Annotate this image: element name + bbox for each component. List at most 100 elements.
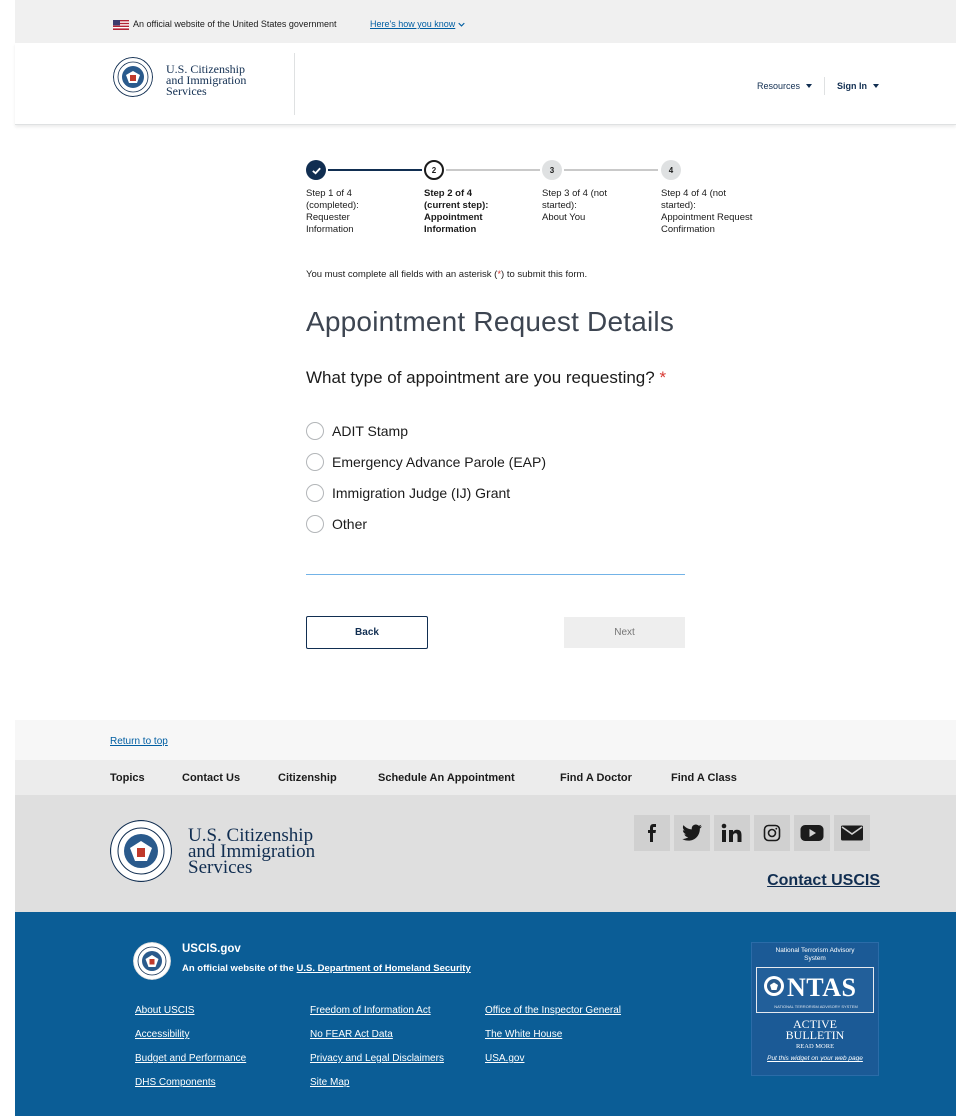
next-button[interactable]: Next xyxy=(564,617,685,648)
linkedin-icon[interactable] xyxy=(714,815,750,851)
radio-label: Immigration Judge (IJ) Grant xyxy=(332,485,511,501)
ntas-header: National Terrorism Advisory System xyxy=(752,947,878,963)
radio-option-other[interactable]: Other xyxy=(306,513,566,535)
footer-link-white-house[interactable]: The White House xyxy=(485,1029,562,1040)
footer-link-dhs-components[interactable]: DHS Components xyxy=(135,1077,216,1088)
required-asterisk: * xyxy=(659,368,667,387)
resources-menu[interactable]: Resources xyxy=(757,81,812,91)
header-agency-name-line3: Services xyxy=(166,84,207,98)
step-1-indicator xyxy=(306,160,326,180)
left-gutter xyxy=(0,0,15,1116)
step-4-line1: Step 4 of 4 (not xyxy=(661,188,726,199)
step-2-line1: Step 2 of 4 xyxy=(424,188,473,199)
step-2-line3: Appointment xyxy=(424,212,483,223)
gov-banner-text: An official website of the United States… xyxy=(133,19,337,29)
form-divider xyxy=(306,574,685,575)
step-4-line4: Confirmation xyxy=(661,224,715,235)
footer-link-privacy[interactable]: Privacy and Legal Disclaimers xyxy=(310,1053,444,1064)
ntas-widget[interactable]: National Terrorism Advisory System NTAS … xyxy=(751,942,879,1076)
step-connector xyxy=(446,169,540,171)
step-1-line2: (completed): xyxy=(306,200,359,211)
footer-link-inspector-general[interactable]: Office of the Inspector General xyxy=(485,1005,621,1016)
instagram-icon[interactable] xyxy=(754,815,790,851)
step-3-label: Step 3 of 4 (not started): About You xyxy=(542,188,654,224)
required-note-text-end: ) to submit this form. xyxy=(501,269,588,280)
ntas-active-bulletin: ACTIVE BULLETIN xyxy=(752,1018,878,1042)
page: An official website of the United States… xyxy=(0,0,956,1116)
radio-option-ij-grant[interactable]: Immigration Judge (IJ) Grant xyxy=(306,482,566,504)
dhs-seal-icon[interactable] xyxy=(110,820,172,882)
youtube-glyph xyxy=(800,825,824,841)
ntas-active-line2: BULLETIN xyxy=(785,1028,845,1042)
radio-button[interactable] xyxy=(306,484,324,502)
dhs-link[interactable]: U.S. Department of Homeland Security xyxy=(297,963,471,974)
schedule-appointment-link[interactable]: Schedule An Appointment xyxy=(378,772,515,784)
twitter-icon[interactable] xyxy=(674,815,710,851)
official-website-statement: An official website of the U.S. Departme… xyxy=(182,963,471,974)
header-agency-name[interactable]: U.S. Citizenship and Immigration Service… xyxy=(166,63,286,98)
citizenship-link[interactable]: Citizenship xyxy=(278,772,337,784)
find-a-doctor-link[interactable]: Find A Doctor xyxy=(560,772,632,784)
find-a-class-link[interactable]: Find A Class xyxy=(671,772,737,784)
return-to-top-link[interactable]: Return to top xyxy=(110,736,168,747)
email-glyph xyxy=(841,825,863,841)
ntas-subtitle: NATIONAL TERRORISM ADVISORY SYSTEM xyxy=(774,1004,858,1009)
footer-link-accessibility[interactable]: Accessibility xyxy=(135,1029,189,1040)
step-2-indicator: 2 xyxy=(424,160,444,180)
ntas-read-more[interactable]: READ MORE xyxy=(752,1043,878,1050)
radio-option-eap[interactable]: Emergency Advance Parole (EAP) xyxy=(306,451,566,473)
ntas-header-line2: System xyxy=(804,955,826,962)
twitter-glyph xyxy=(682,824,702,841)
facebook-icon[interactable] xyxy=(634,815,670,851)
footer-agency-name-line3: Services xyxy=(188,857,253,878)
page-title: Appointment Request Details xyxy=(306,306,675,337)
step-3-line2: started): xyxy=(542,200,577,211)
header-nav: Resources Sign In xyxy=(757,77,879,95)
return-to-top-bar: Return to top xyxy=(15,720,956,760)
step-2-line2: (current step): xyxy=(424,200,489,211)
required-note-text: You must complete all fields with an ast… xyxy=(306,269,498,280)
contact-uscis-link[interactable]: Contact USCIS xyxy=(767,872,880,890)
radio-button[interactable] xyxy=(306,422,324,440)
caret-down-icon xyxy=(806,84,812,88)
email-icon[interactable] xyxy=(834,815,870,851)
step-3-line1: Step 3 of 4 (not xyxy=(542,188,607,199)
footer-link-no-fear[interactable]: No FEAR Act Data xyxy=(310,1029,393,1040)
step-4-line3: Appointment Request xyxy=(661,212,753,223)
us-flag-icon xyxy=(113,20,129,30)
sign-in-label: Sign In xyxy=(837,81,867,91)
footer-link-foia[interactable]: Freedom of Information Act xyxy=(310,1005,431,1016)
footer-bottom: USCIS.gov An official website of the U.S… xyxy=(15,912,956,1116)
ntas-header-line1: National Terrorism Advisory xyxy=(775,947,855,954)
ntas-logo-box: NTAS NATIONAL TERRORISM ADVISORY SYSTEM xyxy=(756,967,874,1013)
footer-link-about-uscis[interactable]: About USCIS xyxy=(135,1005,194,1016)
radio-option-adit-stamp[interactable]: ADIT Stamp xyxy=(306,420,566,442)
step-3-line3: About You xyxy=(542,212,586,223)
contact-us-link[interactable]: Contact Us xyxy=(182,772,240,784)
radio-button[interactable] xyxy=(306,515,324,533)
footer-agency-name[interactable]: U.S. Citizenship and Immigration Service… xyxy=(188,826,315,878)
youtube-icon[interactable] xyxy=(794,815,830,851)
footer-link-site-map[interactable]: Site Map xyxy=(310,1077,349,1088)
header-divider xyxy=(294,53,295,115)
radio-label: Emergency Advance Parole (EAP) xyxy=(332,454,546,470)
required-fields-note: You must complete all fields with an ast… xyxy=(306,269,587,280)
step-1-line3: Requester xyxy=(306,212,350,223)
footer-link-usa-gov[interactable]: USA.gov xyxy=(485,1053,524,1064)
step-2-label: Step 2 of 4 (current step): Appointment … xyxy=(424,188,536,236)
step-4-indicator: 4 xyxy=(661,160,681,180)
resources-label: Resources xyxy=(756,81,800,91)
sign-in-menu[interactable]: Sign In xyxy=(837,81,879,91)
ntas-title: NTAS xyxy=(787,973,857,1002)
dhs-seal-icon[interactable] xyxy=(113,57,153,97)
back-button[interactable]: Back xyxy=(306,616,428,649)
step-4-label: Step 4 of 4 (not started): Appointment R… xyxy=(661,188,773,236)
heres-how-you-know-link[interactable]: Here's how you know xyxy=(370,19,465,29)
radio-button[interactable] xyxy=(306,453,324,471)
footer-link-budget-performance[interactable]: Budget and Performance xyxy=(135,1053,246,1064)
step-connector xyxy=(328,169,422,171)
topics-link[interactable]: Topics xyxy=(110,772,145,784)
instagram-glyph xyxy=(763,824,781,842)
ntas-widget-link[interactable]: Put this widget on your web page xyxy=(752,1055,878,1062)
gov-banner: An official website of the United States… xyxy=(15,0,956,43)
